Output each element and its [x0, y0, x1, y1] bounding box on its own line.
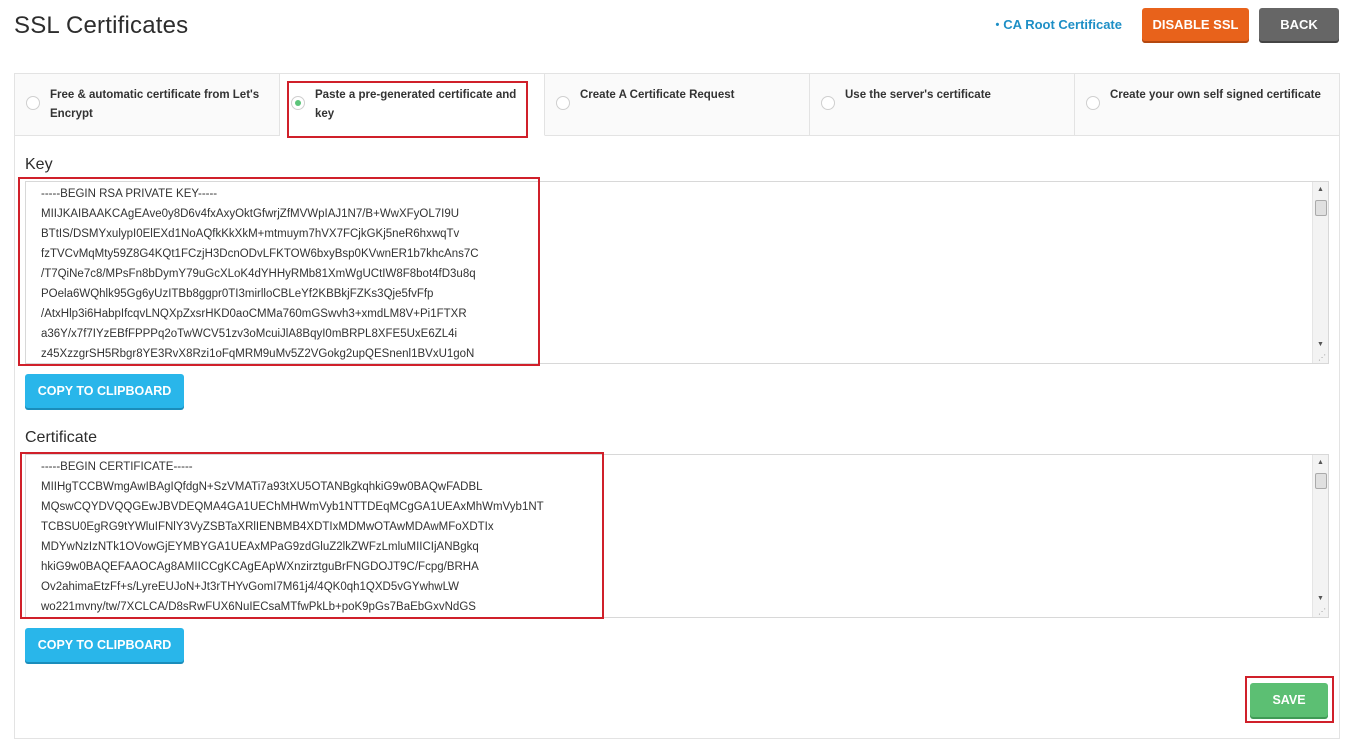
tab-label: Create A Certificate Request — [580, 89, 735, 101]
scroll-up-icon[interactable]: ▲ — [1313, 455, 1328, 471]
key-text: -----BEGIN RSA PRIVATE KEY----- MIIJKAIB… — [41, 188, 479, 360]
tab-server-certificate[interactable]: Use the server's certificate — [810, 74, 1075, 136]
key-label: Key — [25, 156, 53, 173]
tab-label: Create your own self signed certificate — [1110, 89, 1321, 101]
radio-icon[interactable] — [1086, 96, 1100, 110]
certificate-options-tabs: Free & automatic certificate from Let's … — [15, 74, 1339, 136]
tab-label: Free & automatic certificate from Let's … — [50, 89, 260, 120]
radio-icon[interactable] — [26, 96, 40, 110]
resize-grip-icon[interactable]: ⋰ — [1318, 354, 1326, 362]
radio-icon[interactable] — [821, 96, 835, 110]
key-scrollbar[interactable]: ▲ ▼ — [1312, 182, 1328, 363]
certificate-label: Certificate — [25, 429, 98, 446]
key-textarea[interactable]: -----BEGIN RSA PRIVATE KEY----- MIIJKAIB… — [25, 181, 1329, 364]
copy-key-button[interactable]: COPY TO CLIPBOARD — [25, 374, 184, 408]
bullet-icon: • — [995, 18, 1000, 31]
scroll-thumb[interactable] — [1315, 473, 1327, 489]
ca-root-certificate-label: CA Root Certificate — [1003, 17, 1122, 32]
tab-label: Paste a pre-generated certificate and ke… — [315, 89, 517, 120]
scroll-down-icon[interactable]: ▼ — [1313, 591, 1328, 607]
radio-icon[interactable] — [556, 96, 570, 110]
tab-paste-certificate[interactable]: Paste a pre-generated certificate and ke… — [280, 74, 545, 136]
tab-label: Use the server's certificate — [845, 89, 991, 101]
scroll-down-icon[interactable]: ▼ — [1313, 337, 1328, 353]
disable-ssl-button[interactable]: DISABLE SSL — [1142, 8, 1249, 41]
save-button[interactable]: SAVE — [1250, 683, 1328, 717]
ssl-panel: Free & automatic certificate from Let's … — [14, 73, 1340, 739]
ca-root-certificate-link[interactable]: • CA Root Certificate — [995, 17, 1122, 32]
copy-certificate-button[interactable]: COPY TO CLIPBOARD — [25, 628, 184, 662]
scroll-up-icon[interactable]: ▲ — [1313, 182, 1328, 198]
certificate-text: -----BEGIN CERTIFICATE----- MIIHgTCCBWmg… — [41, 461, 544, 613]
radio-selected-icon[interactable] — [291, 96, 305, 110]
scroll-thumb[interactable] — [1315, 200, 1327, 216]
tab-self-signed[interactable]: Create your own self signed certificate — [1075, 74, 1339, 136]
tab-lets-encrypt[interactable]: Free & automatic certificate from Let's … — [15, 74, 280, 136]
resize-grip-icon[interactable]: ⋰ — [1318, 608, 1326, 616]
page-title: SSL Certificates — [14, 12, 189, 39]
header-actions: • CA Root Certificate DISABLE SSL BACK — [995, 8, 1339, 41]
tab-certificate-request[interactable]: Create A Certificate Request — [545, 74, 810, 136]
back-button[interactable]: BACK — [1259, 8, 1339, 41]
certificate-textarea[interactable]: -----BEGIN CERTIFICATE----- MIIHgTCCBWmg… — [25, 454, 1329, 618]
certificate-scrollbar[interactable]: ▲ ▼ — [1312, 455, 1328, 617]
